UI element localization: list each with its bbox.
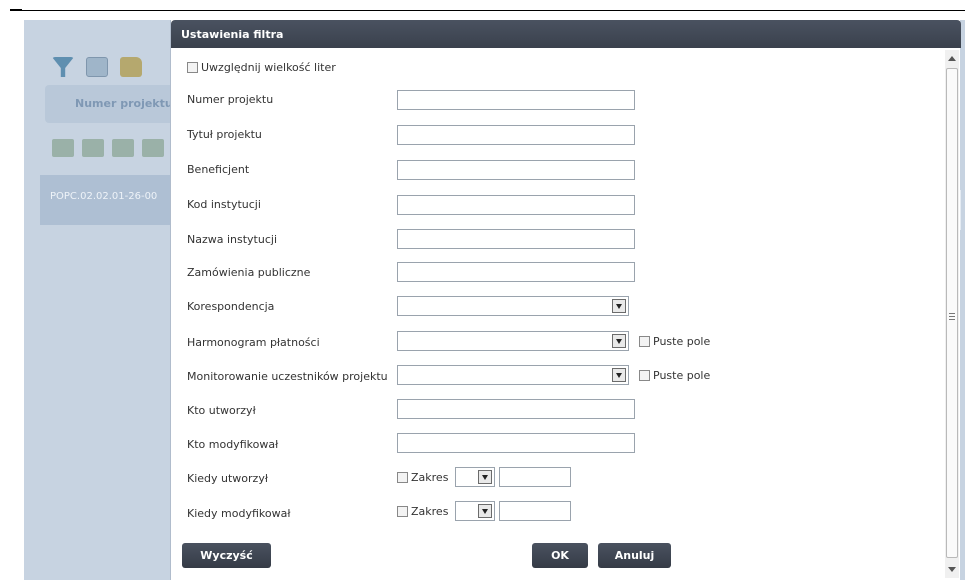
label-project-number: Numer projektu [187, 93, 274, 106]
label-correspondence: Korespondencja [187, 300, 275, 313]
background-column-header: Numer projektu [45, 85, 173, 123]
report-icon [142, 139, 164, 157]
label-payment-schedule: Harmonogram płatności [187, 336, 320, 349]
label-modified-when: Kiedy modyfikował [187, 507, 291, 520]
modified-date-input[interactable] [499, 501, 572, 521]
public-procurement-input[interactable] [397, 262, 635, 282]
filter-settings-dialog: Ustawienia filtra Uwzględnij wielkość li… [170, 20, 961, 580]
payment-schedule-empty-checkbox[interactable]: Puste pole [639, 335, 710, 348]
label-created-by: Kto utworzył [187, 404, 256, 417]
checkbox-box[interactable] [187, 62, 198, 73]
empty-field-label: Puste pole [653, 335, 711, 348]
chevron-down-icon[interactable] [612, 334, 626, 348]
beneficiary-input[interactable] [397, 160, 635, 180]
created-by-input[interactable] [397, 399, 635, 419]
clear-button[interactable]: Wyczyść [182, 543, 271, 568]
row-project-number: POPC.02.02.01-26-00 [50, 191, 158, 202]
scroll-down-icon[interactable] [948, 567, 956, 572]
range-operator-select[interactable] [455, 467, 496, 487]
scroll-up-icon[interactable] [948, 56, 956, 61]
label-project-title: Tytuł projektu [187, 128, 262, 141]
folder-add-icon [52, 139, 74, 157]
chevron-down-icon[interactable] [612, 368, 626, 382]
participant-monitoring-select[interactable] [397, 365, 629, 385]
range-checkbox[interactable] [397, 505, 408, 517]
case-sensitive-label: Uwzględnij wielkość liter [201, 61, 336, 74]
checkbox-box[interactable] [639, 370, 650, 381]
label-institution-code: Kod instytucji [187, 198, 261, 211]
vertical-scrollbar[interactable] [945, 50, 959, 578]
modified-when-range: Zakres [397, 501, 572, 521]
background-row-actions [52, 139, 164, 157]
cancel-button[interactable]: Anuluj [598, 543, 671, 568]
project-number-input[interactable] [397, 90, 635, 110]
grid-icon [86, 57, 108, 77]
empty-field-label: Puste pole [653, 369, 711, 382]
chevron-down-icon[interactable] [478, 504, 493, 518]
modified-by-input[interactable] [397, 433, 635, 453]
label-public-procurement: Zamówienia publiczne [187, 266, 311, 279]
ok-button[interactable]: OK [532, 543, 588, 568]
payment-schedule-select[interactable] [397, 331, 629, 351]
folder-icon [120, 57, 142, 77]
label-beneficiary: Beneficjent [187, 163, 250, 176]
top-rule [10, 10, 965, 11]
checkbox-box[interactable] [639, 336, 650, 347]
background-table-row: POPC.02.02.01-26-00 [40, 175, 170, 225]
institution-name-input[interactable] [397, 229, 635, 249]
chevron-down-icon[interactable] [612, 299, 626, 313]
label-created-when: Kiedy utworzył [187, 472, 268, 485]
range-operator-select[interactable] [455, 501, 496, 521]
calendar-icon [112, 139, 134, 157]
created-when-range: Zakres [397, 467, 572, 487]
label-participant-monitoring: Monitorowanie uczestników projektu [187, 370, 388, 383]
chevron-down-icon[interactable] [478, 470, 493, 484]
label-institution-name: Nazwa instytucji [187, 233, 278, 246]
participant-monitoring-empty-checkbox[interactable]: Puste pole [639, 369, 710, 382]
dialog-title: Ustawienia filtra [171, 20, 961, 48]
range-label: Zakres [411, 504, 449, 518]
project-title-input[interactable] [397, 125, 635, 145]
mail-icon [82, 139, 104, 157]
background-toolbar [52, 57, 142, 77]
column-header-label: Numer projektu [75, 97, 173, 110]
institution-code-input[interactable] [397, 195, 635, 215]
range-checkbox[interactable] [397, 471, 408, 483]
label-modified-by: Kto modyfikował [187, 438, 279, 451]
grip-icon [949, 313, 955, 320]
filter-icon [52, 57, 74, 77]
created-date-input[interactable] [499, 467, 572, 487]
case-sensitive-checkbox[interactable]: Uwzględnij wielkość liter [187, 61, 336, 74]
range-label: Zakres [411, 470, 449, 484]
correspondence-select[interactable] [397, 296, 629, 316]
scroll-thumb[interactable] [946, 68, 958, 558]
